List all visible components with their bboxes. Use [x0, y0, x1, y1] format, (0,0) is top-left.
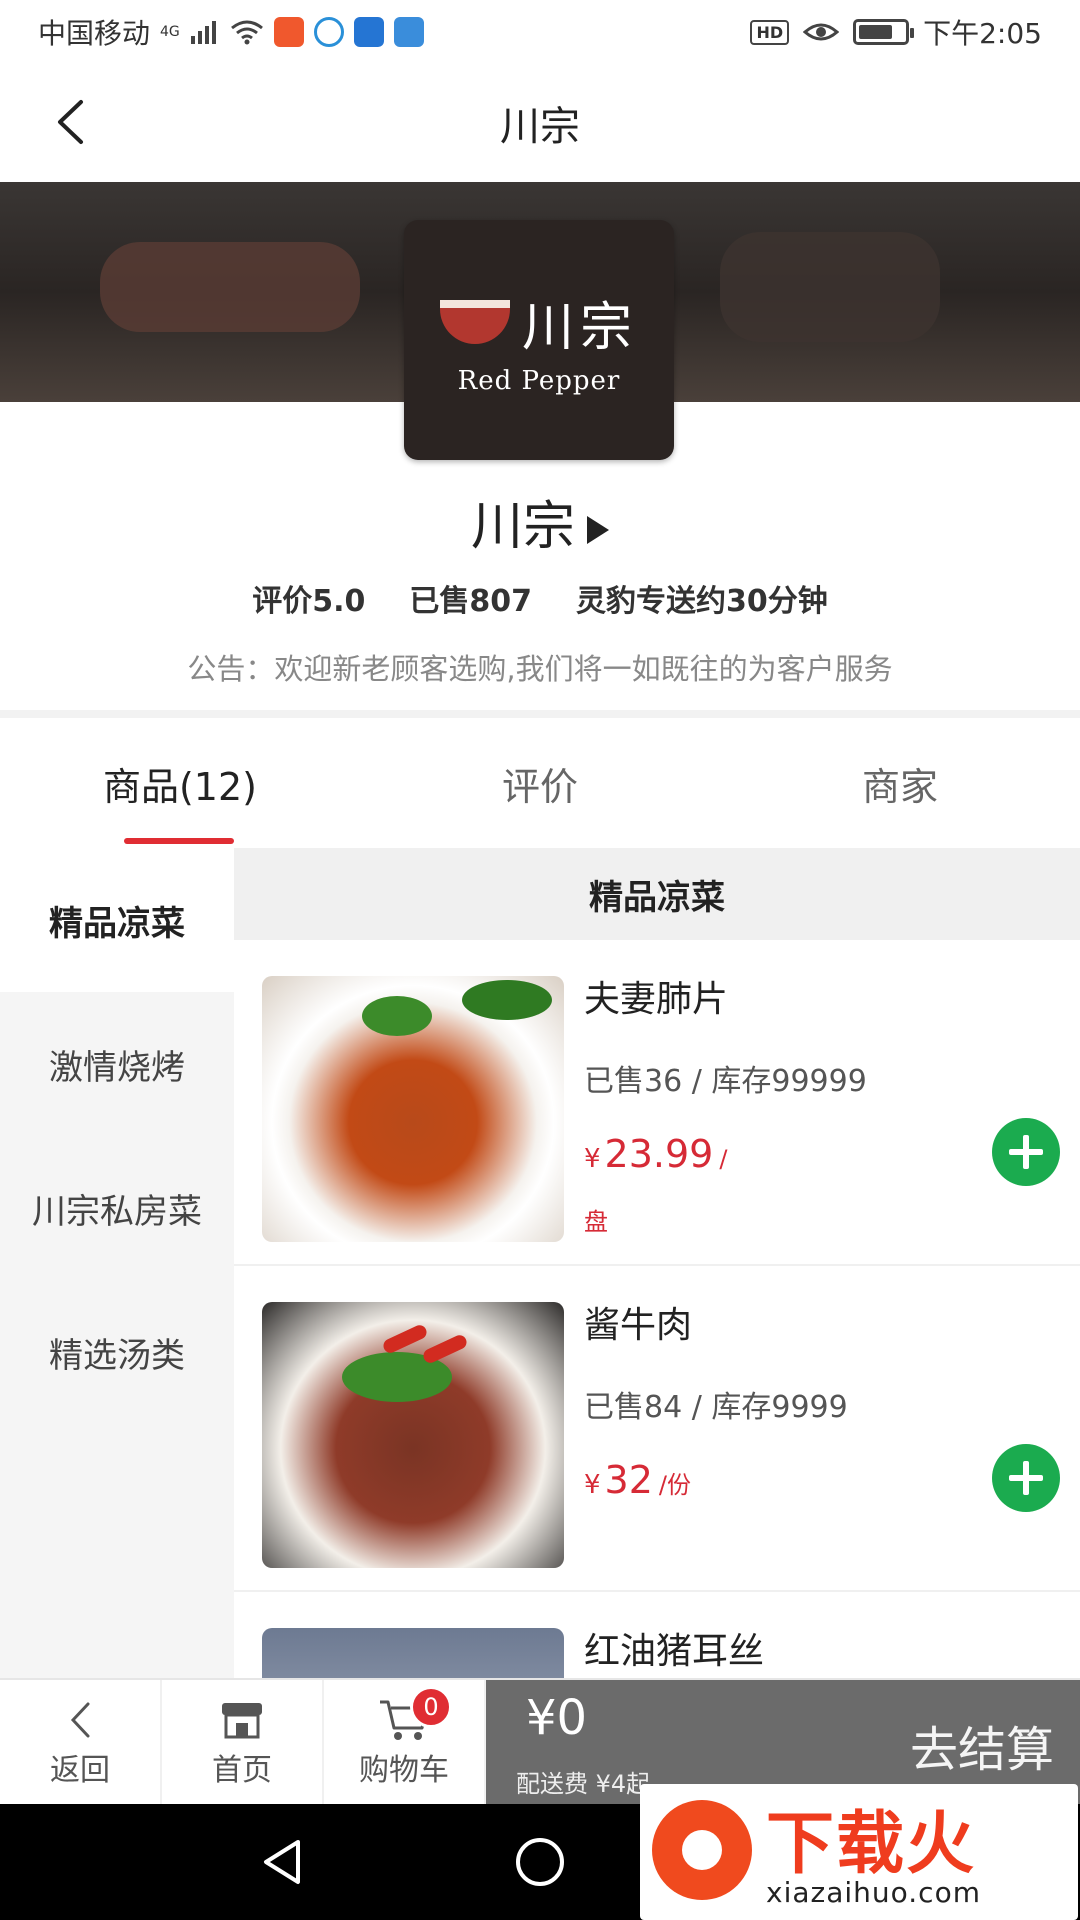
network-type: 4G	[160, 24, 180, 40]
add-to-cart-button[interactable]	[992, 1118, 1060, 1186]
category-item-private-dishes[interactable]: 川宗私房菜	[0, 1136, 234, 1280]
back-label: 返回	[50, 1753, 110, 1788]
shop-logo: 川宗 Red Pepper	[404, 220, 674, 460]
logo-inner	[682, 1830, 722, 1870]
price-separator: /	[719, 1145, 728, 1173]
banner-decoration	[100, 242, 360, 332]
chili-garnish	[421, 1332, 469, 1366]
status-right: HD 下午2:05	[750, 12, 1042, 52]
product-item[interactable]: 夫妻肺片 已售36 / 库存99999 ¥23.99/ 盘	[234, 940, 1080, 1266]
category-item-cold-dishes[interactable]: 精品凉菜	[0, 848, 234, 992]
product-price: ¥23.99/	[584, 1132, 727, 1176]
price-unit: 盘	[584, 1208, 608, 1236]
shop-name-link[interactable]: 川宗	[0, 484, 1080, 559]
back-button[interactable]	[40, 92, 100, 152]
shop-name: 川宗	[470, 497, 575, 557]
shop-rating: 评价5.0	[252, 584, 366, 619]
garnish	[362, 996, 432, 1036]
shop-delivery: 灵豹专送约30分钟	[576, 584, 828, 619]
active-tab-indicator	[124, 838, 234, 844]
category-list: 精品凉菜 激情烧烤 川宗私房菜 精选汤类	[0, 848, 234, 1678]
tab-merchant[interactable]: 商家	[720, 718, 1080, 848]
cart-count-badge: 0	[410, 1686, 452, 1728]
battery-icon	[853, 19, 915, 45]
flame-logo-icon	[652, 1800, 752, 1900]
price-unit: /份	[658, 1471, 691, 1499]
bottom-back-button[interactable]: 返回	[0, 1680, 162, 1804]
price-value: 23.99	[604, 1132, 714, 1176]
add-to-cart-button[interactable]	[992, 1444, 1060, 1512]
tab-products[interactable]: 商品(12)	[0, 718, 360, 848]
shop-sold: 已售807	[409, 584, 533, 619]
product-name: 夫妻肺片	[584, 979, 729, 1020]
back-triangle-icon[interactable]	[260, 1838, 304, 1886]
tab-bar: 商品(12) 评价 商家	[0, 718, 1080, 848]
category-item-soups[interactable]: 精选汤类	[0, 1280, 234, 1424]
cart-button[interactable]: 购物车 0	[324, 1680, 486, 1804]
home-button[interactable]: 首页	[162, 1680, 324, 1804]
tab-reviews[interactable]: 评价	[360, 718, 720, 848]
chevron-left-icon	[68, 1695, 92, 1745]
product-list: 精品凉菜 夫妻肺片 已售36 / 库存99999 ¥23.99/ 盘 酱牛肉 已…	[234, 848, 1080, 1678]
logo-row: 川宗	[439, 285, 638, 360]
currency-symbol: ¥	[584, 1144, 601, 1174]
banner-decoration	[720, 232, 940, 342]
chevron-left-icon	[58, 100, 83, 144]
product-image	[262, 976, 564, 1242]
product-price: ¥32/份	[584, 1458, 691, 1502]
play-arrow-icon	[587, 516, 609, 544]
page-title: 川宗	[500, 104, 580, 150]
logo-text-cn: 川宗	[521, 297, 638, 358]
shop-stats: 评价5.0 已售807 灵豹专送约30分钟	[0, 576, 1080, 620]
checkout-button[interactable]: 去结算	[910, 1710, 1054, 1780]
eye-icon	[803, 23, 840, 41]
carrier-label: 中国移动	[38, 17, 151, 50]
send-notification-icon	[393, 17, 424, 47]
price-value: 32	[604, 1458, 653, 1502]
bowl-icon	[439, 300, 510, 344]
clock: 下午2:05	[923, 17, 1042, 50]
currency-symbol: ¥	[584, 1470, 601, 1500]
logo-text-en: Red Pepper	[457, 365, 621, 396]
cart-label: 购物车	[359, 1753, 449, 1788]
watermark-url: xiazaihuo.com	[766, 1876, 981, 1909]
nav-header: 川宗	[0, 64, 1080, 182]
wifi-icon	[230, 20, 263, 45]
section-title: 精品凉菜	[234, 848, 1080, 940]
signal-icon	[190, 21, 216, 44]
delivery-fee: 配送费 ¥4起	[516, 1770, 651, 1798]
product-name: 红油猪耳丝	[584, 1631, 765, 1672]
status-left: 中国移动 4G	[38, 12, 424, 52]
category-item-bbq[interactable]: 激情烧烤	[0, 992, 234, 1136]
battery-level	[859, 25, 893, 39]
shop-notice: 公告：欢迎新老顾客选购,我们将一如既往的为客户服务	[187, 652, 893, 686]
cloud-notification-icon	[313, 17, 344, 47]
home-label: 首页	[212, 1753, 272, 1788]
watermark: 下载火 xiazaihuo.com	[640, 1784, 1078, 1920]
store-icon	[218, 1695, 266, 1745]
product-sales: 已售36 / 库存99999	[584, 1064, 867, 1099]
product-name: 酱牛肉	[584, 1305, 693, 1346]
chili-garnish	[381, 1322, 429, 1356]
product-image	[262, 1302, 564, 1568]
product-sales: 已售84 / 库存9999	[584, 1390, 848, 1425]
app-notification-icon	[273, 17, 304, 47]
garnish	[462, 980, 552, 1020]
hd-badge: HD	[750, 19, 790, 45]
cart-total: ¥0	[526, 1690, 588, 1746]
product-image	[262, 1628, 564, 1678]
status-bar: 中国移动 4G HD 下午2:05	[0, 0, 1080, 64]
product-item[interactable]: 红油猪耳丝	[234, 1592, 1080, 1678]
divider	[0, 710, 1080, 718]
product-item[interactable]: 酱牛肉 已售84 / 库存9999 ¥32/份	[234, 1266, 1080, 1592]
message-notification-icon	[353, 17, 384, 47]
home-circle-icon[interactable]	[514, 1836, 566, 1888]
watermark-text: 下载火	[766, 1805, 977, 1884]
